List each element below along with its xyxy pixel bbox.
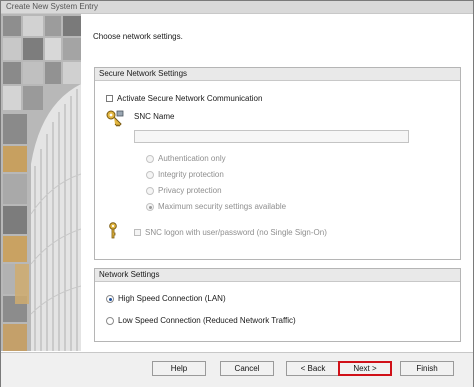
decorative-side-image [1,14,81,351]
finish-button[interactable]: Finish [400,361,454,376]
snc-name-label: SNC Name [134,112,175,121]
network-option-low-speed[interactable]: Low Speed Connection (Reduced Network Tr… [106,316,296,325]
dialog-window: Create New System Entry Choose network s… [0,0,474,387]
integrity-protection-label: Integrity protection [158,170,224,179]
snc-name-input[interactable] [134,130,409,143]
activate-snc-label: Activate Secure Network Communication [117,94,263,103]
radio-privacy-protection[interactable] [146,186,154,195]
back-button[interactable]: < Back [286,361,340,376]
radio-low-speed[interactable] [106,316,114,325]
page-instruction: Choose network settings. [93,32,183,41]
authentication-only-label: Authentication only [158,154,226,163]
high-speed-lan-label: High Speed Connection (LAN) [118,294,226,303]
snc-name-label-row: SNC Name [134,112,174,121]
protection-option-privacy[interactable]: Privacy protection [146,186,222,195]
low-speed-label: Low Speed Connection (Reduced Network Tr… [118,316,296,325]
wizard-content: Choose network settings. Secure Network … [81,14,473,351]
building-facade-illustration [1,14,81,351]
privacy-protection-label: Privacy protection [158,186,222,195]
maximum-security-label: Maximum security settings available [158,202,287,211]
network-settings-group-header: Network Settings [95,269,460,282]
network-settings-group: Network Settings High Speed Connection (… [94,268,461,342]
protection-option-maximum[interactable]: Maximum security settings available [146,202,286,211]
snc-logon-checkbox[interactable] [134,229,141,236]
protection-option-authentication[interactable]: Authentication only [146,154,226,163]
protection-option-integrity[interactable]: Integrity protection [146,170,224,179]
radio-maximum-security[interactable] [146,202,154,211]
snc-logon-label: SNC logon with user/password (no Single … [145,228,327,237]
title-bar: Create New System Entry [1,1,473,14]
radio-authentication-only[interactable] [146,154,154,163]
network-option-lan[interactable]: High Speed Connection (LAN) [106,294,226,303]
wizard-button-bar: Help Cancel < Back Next > Finish [1,352,473,387]
cancel-button[interactable]: Cancel [220,361,274,376]
key-lock-icon [105,109,125,129]
secure-network-group-header: Secure Network Settings [95,68,460,81]
radio-high-speed-lan[interactable] [106,294,114,303]
help-button[interactable]: Help [152,361,206,376]
secure-network-group-title: Secure Network Settings [99,69,188,78]
network-settings-group-title: Network Settings [99,270,160,279]
next-button[interactable]: Next > [338,361,392,376]
window-title: Create New System Entry [6,2,99,11]
key-icon [108,222,118,242]
secure-network-group: Secure Network Settings Activate Secure … [94,67,461,260]
activate-snc-row[interactable]: Activate Secure Network Communication [106,94,262,103]
snc-logon-row[interactable]: SNC logon with user/password (no Single … [134,228,327,237]
activate-snc-checkbox[interactable] [106,95,113,102]
radio-integrity-protection[interactable] [146,170,154,179]
